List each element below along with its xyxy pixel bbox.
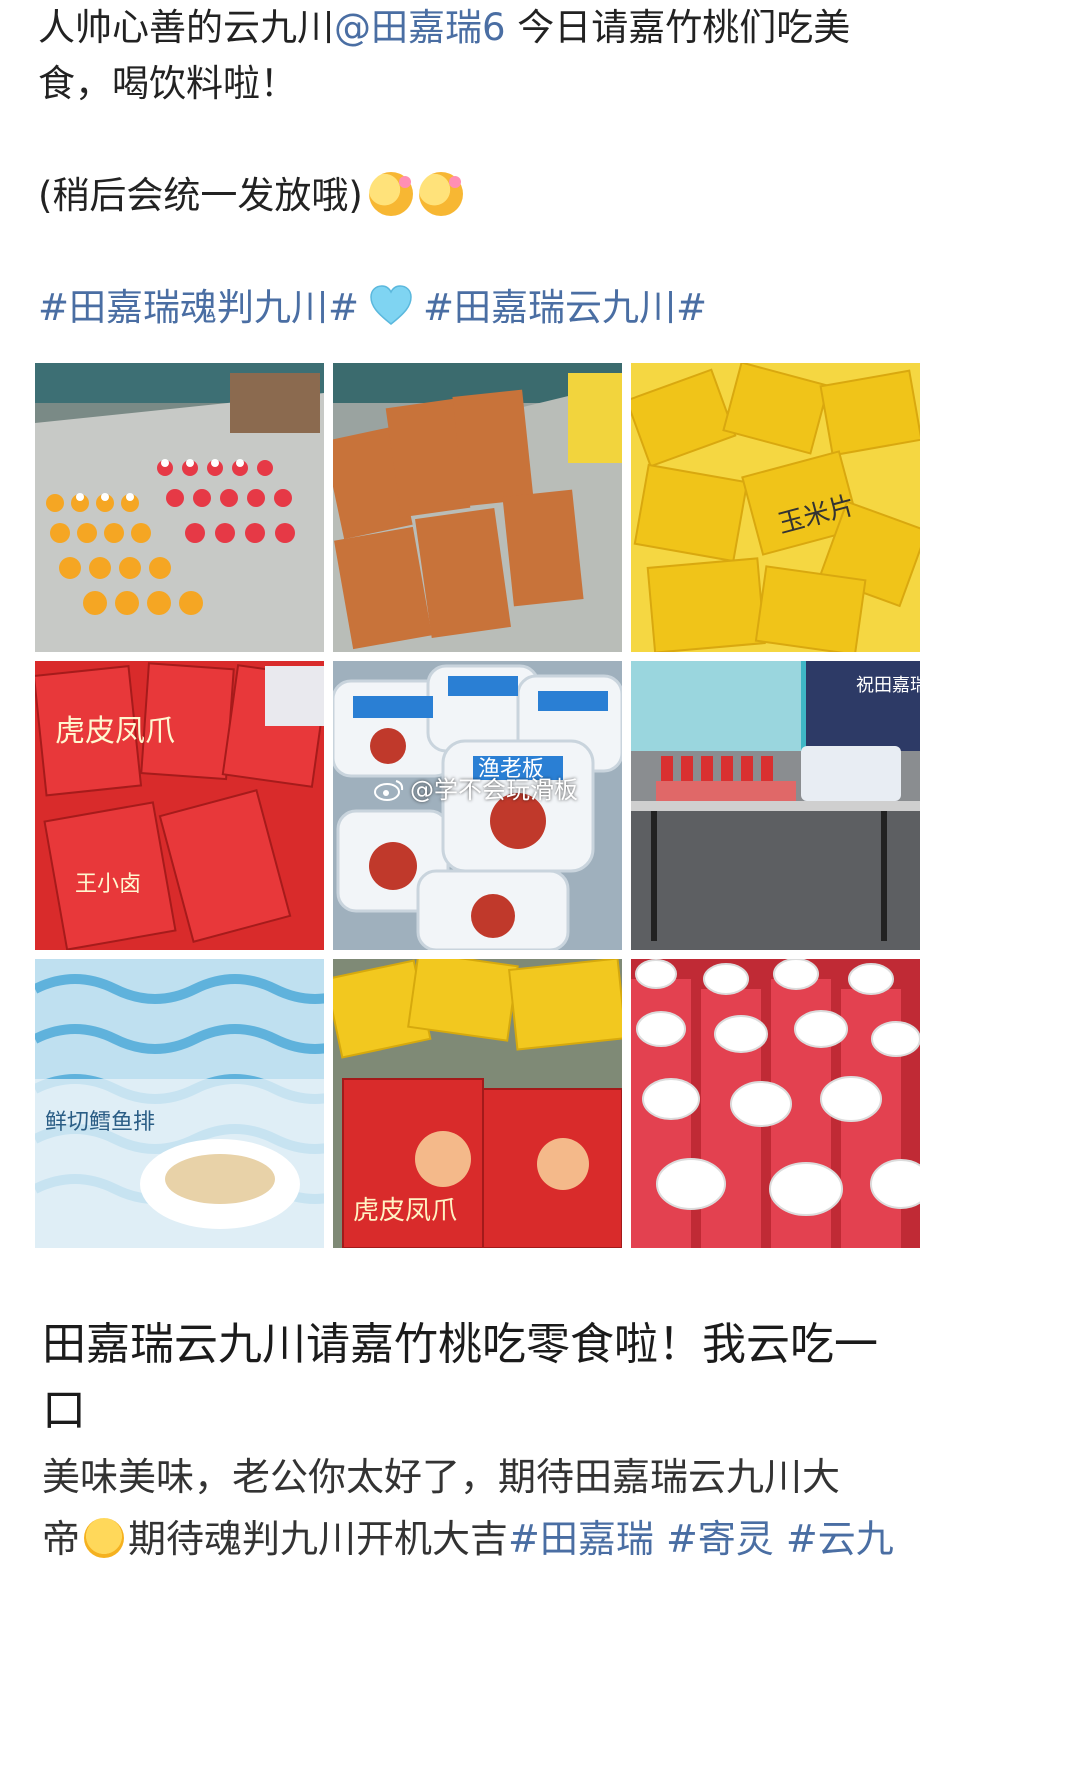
post-line3-text: (稍后会统一发放哦) (38, 174, 363, 217)
image-watermark: @学不会玩滑板 (374, 770, 578, 805)
topic-link-2[interactable]: #田嘉瑞云九川# (423, 286, 707, 329)
photo-mixed-snacks[interactable]: 虎皮凤爪 (333, 959, 622, 1248)
smiling-flower-emoji (418, 172, 463, 216)
post-line-1: 人帅心善的云九川@田嘉瑞6 今日请嘉竹桃们吃美 (38, 0, 1038, 56)
post-line1-prefix: 人帅心善的云九川 (38, 6, 334, 49)
article-title-line-1: 田嘉瑞云九川请嘉竹桃吃零食啦！我云吃一 (42, 1319, 878, 1370)
article-preview[interactable]: 田嘉瑞云九川请嘉竹桃吃零食啦！我云吃一 口 美味美味，老公你太好了，期待田嘉瑞云… (42, 1312, 922, 1570)
post-line-3: (稍后会统一发放哦) (38, 168, 1038, 224)
svg-text:虎皮凤爪: 虎皮凤爪 (353, 1196, 457, 1226)
photo-snack-bags-brown[interactable] (333, 363, 622, 652)
photo-red-juice-bottles[interactable] (631, 959, 920, 1248)
topic-line: #田嘉瑞魂判九川# #田嘉瑞云九川# (38, 280, 1038, 336)
post-line-2: 食，喝饮料啦！ (38, 62, 297, 105)
photo-tiger-skin-chicken-feet[interactable]: 虎皮凤爪 王小卤 (35, 661, 324, 950)
photo-drinks-on-table[interactable] (35, 363, 324, 652)
article-body-line-1: 美味美味，老公你太好了，期待田嘉瑞云九川大 (42, 1455, 841, 1499)
article-body-text-b: 期待魂判九川开机大吉 (128, 1517, 509, 1561)
article-body: 美味美味，老公你太好了，期待田嘉瑞云九川大 帝 期待魂判九川开机大吉#田嘉瑞 #寄… (42, 1446, 922, 1570)
photo-fresh-cod-fillet[interactable]: 鲜切鳕鱼排 (35, 959, 324, 1248)
post-line1-suffix: 今日请嘉竹桃们吃美 (505, 6, 851, 49)
svg-text:鲜切鳕鱼排: 鲜切鳕鱼排 (45, 1110, 155, 1135)
photo-snack-table-wide[interactable]: 祝田嘉瑞 (631, 661, 920, 950)
svg-text:祝田嘉瑞: 祝田嘉瑞 (856, 675, 920, 696)
svg-text:王小卤: 王小卤 (75, 872, 141, 897)
post-text: 人帅心善的云九川@田嘉瑞6 今日请嘉竹桃们吃美 食，喝饮料啦！ (稍后会统一发放… (38, 0, 1038, 336)
article-body-text-a: 帝 (42, 1517, 81, 1561)
weibo-logo-icon (374, 780, 404, 801)
svg-text:虎皮凤爪: 虎皮凤爪 (55, 714, 175, 749)
article-title-line-2: 口 (42, 1385, 86, 1436)
article-topic-1[interactable]: #田嘉瑞 (508, 1517, 654, 1561)
article-topic-2[interactable]: #寄灵 (666, 1517, 774, 1561)
photo-grid: 玉米片 虎皮凤爪 王小卤 渔老板 祝田嘉瑞 鲜切鳕鱼排 虎皮凤爪 (35, 363, 921, 1249)
user-mention-link[interactable]: @田嘉瑞6 (334, 6, 506, 49)
article-title[interactable]: 田嘉瑞云九川请嘉竹桃吃零食啦！我云吃一 口 (42, 1312, 922, 1444)
light-blue-heart-emoji (370, 285, 412, 325)
article-body-line-2: 帝 期待魂判九川开机大吉#田嘉瑞 #寄灵 #云九 (42, 1508, 922, 1570)
watermark-text: @学不会玩滑板 (410, 776, 578, 804)
smile-emoji (84, 1518, 125, 1558)
smiling-flower-emoji (368, 172, 413, 216)
topic-link-1[interactable]: #田嘉瑞魂判九川# (38, 286, 359, 329)
photo-corn-chips-yellow[interactable]: 玉米片 (631, 363, 920, 652)
photo-yulaoban-boxes[interactable]: 渔老板 (333, 661, 622, 950)
article-topic-3[interactable]: #云九 (786, 1517, 894, 1561)
